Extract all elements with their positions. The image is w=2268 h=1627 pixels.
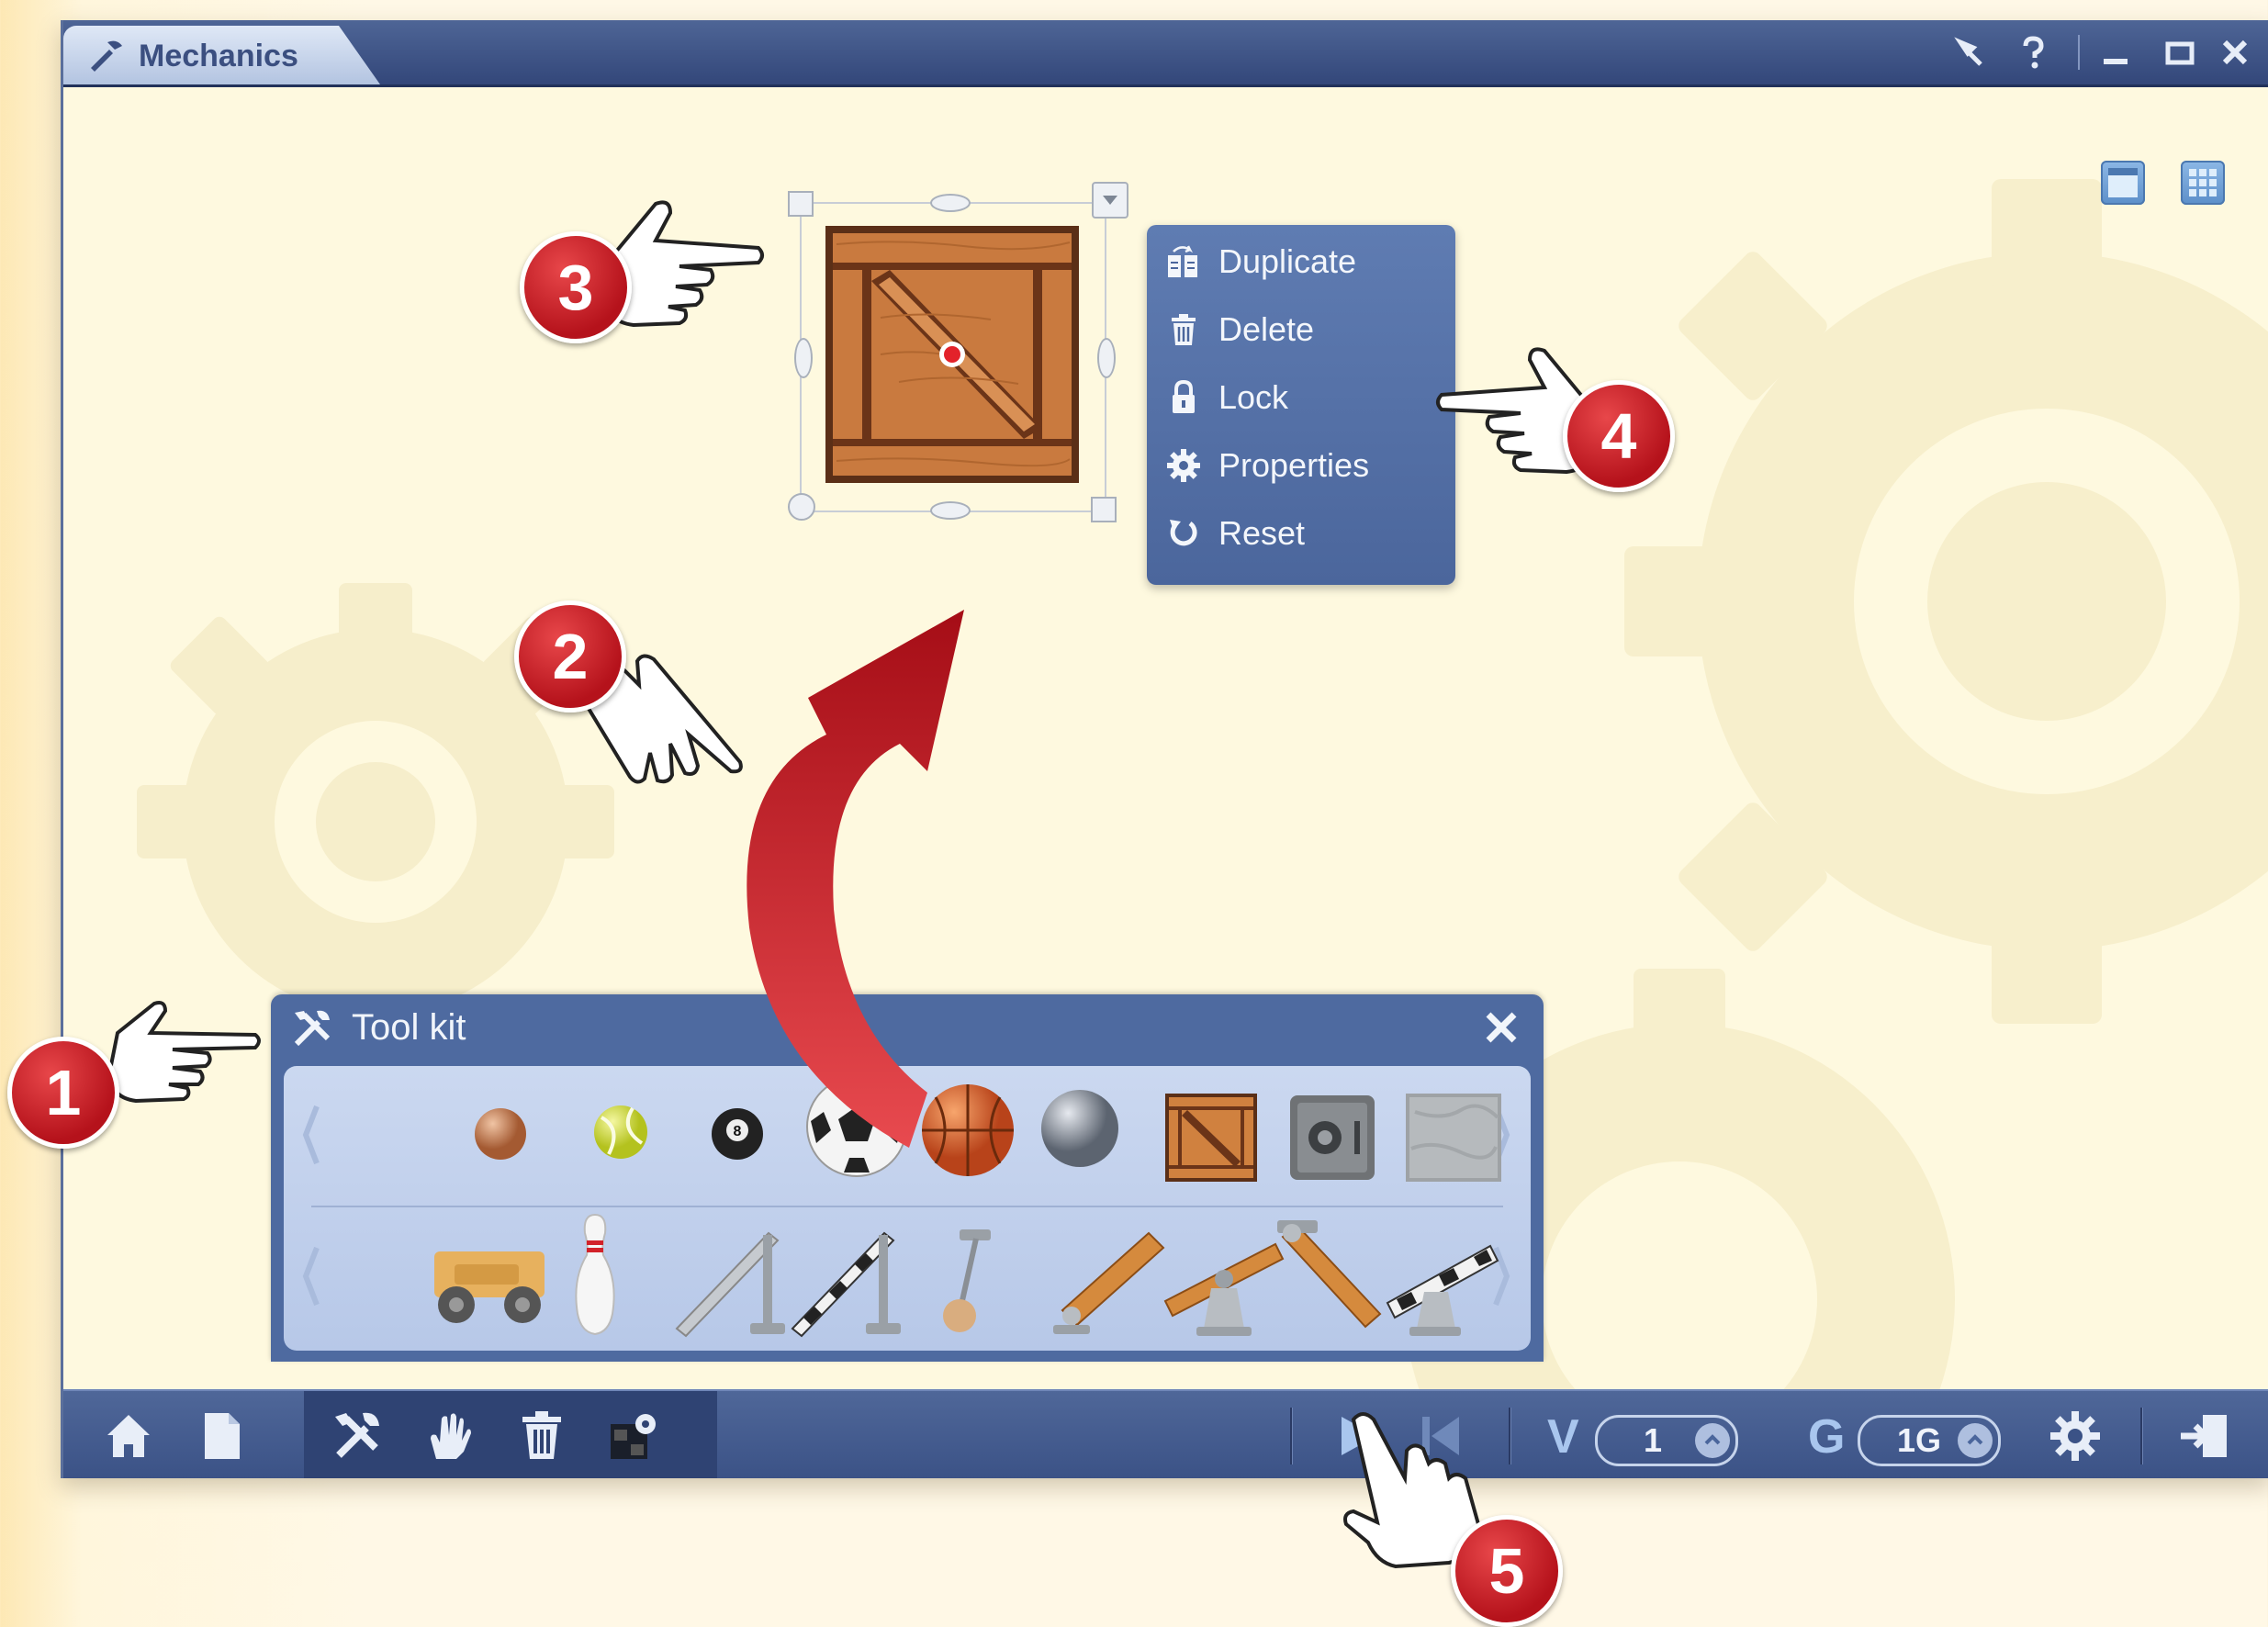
title-bar: Mechanics xyxy=(63,20,2268,87)
corner-handle[interactable] xyxy=(1091,497,1117,522)
object-context-menu: Duplicate Delete Lock Properties Reset xyxy=(1147,225,1455,585)
callout-badge-5: 5 xyxy=(1451,1515,1563,1627)
exit-icon[interactable] xyxy=(2177,1409,2230,1463)
corner-handle[interactable] xyxy=(788,191,814,217)
object-menu-dropdown[interactable] xyxy=(1092,182,1128,219)
velocity-value: 1 xyxy=(1644,1421,1663,1459)
seesaw-icon[interactable] xyxy=(1160,1226,1288,1338)
menu-label-reset: Reset xyxy=(1218,514,1306,552)
trash-icon xyxy=(1165,311,1202,348)
scroll-left-icon[interactable] xyxy=(302,1244,320,1308)
edge-handle[interactable] xyxy=(930,194,971,212)
toolbar-tools-group xyxy=(304,1391,717,1478)
mechanics-window: Mechanics Duplicate Delete Lock Properti… xyxy=(61,20,2268,1478)
callout-badge-2: 2 xyxy=(514,600,626,713)
close-icon[interactable] xyxy=(1481,1007,1521,1048)
rotate-handle[interactable] xyxy=(788,493,815,521)
menu-label-properties: Properties xyxy=(1218,446,1370,484)
controls-divider xyxy=(2078,35,2080,70)
tools-icon xyxy=(294,1010,331,1047)
window-title: Mechanics xyxy=(139,39,298,73)
gravity-label: G xyxy=(1808,1410,1846,1464)
callout-5: 5 xyxy=(1341,1405,1563,1627)
grid-view-icon[interactable] xyxy=(2181,161,2225,205)
new-file-icon[interactable] xyxy=(196,1409,249,1463)
tools-icon xyxy=(335,1412,379,1458)
pointing-hand-icon xyxy=(107,1001,261,1104)
wooden-crate[interactable] xyxy=(825,226,1079,483)
lock-icon xyxy=(1165,379,1202,416)
chevron-down-icon xyxy=(1103,196,1117,205)
minimize-icon[interactable] xyxy=(2093,29,2139,75)
maximize-icon[interactable] xyxy=(2157,29,2203,75)
scene-settings-icon[interactable] xyxy=(607,1409,660,1463)
bottom-toolbar: V 1 G 1G xyxy=(63,1389,2268,1478)
duplicate-icon xyxy=(1165,243,1202,280)
callout-3: 3 xyxy=(520,193,768,343)
settings-gear-icon[interactable] xyxy=(2049,1409,2102,1463)
callout-1: 1 xyxy=(7,996,264,1149)
wrench-icon xyxy=(91,40,122,72)
hinged-plank-icon[interactable] xyxy=(1274,1218,1384,1340)
toolkit-row-divider xyxy=(311,1206,1503,1207)
plank-icon[interactable] xyxy=(1050,1226,1169,1338)
gravity-value: 1G xyxy=(1897,1421,1942,1459)
bowling-pin-icon[interactable] xyxy=(570,1213,620,1336)
home-icon[interactable] xyxy=(102,1409,155,1463)
menu-label-duplicate: Duplicate xyxy=(1218,242,1357,280)
edge-handle[interactable] xyxy=(794,338,813,378)
scroll-left-icon[interactable] xyxy=(302,1103,320,1167)
striped-seesaw-icon[interactable] xyxy=(1384,1228,1503,1340)
gravity-stepper[interactable]: 1G xyxy=(1858,1415,2001,1466)
wooden-ball-icon[interactable] xyxy=(471,1103,530,1161)
velocity-stepper[interactable]: 1 xyxy=(1595,1415,1738,1466)
menu-item-properties[interactable]: Properties xyxy=(1165,438,1441,493)
close-icon[interactable] xyxy=(2212,29,2258,75)
chevron-up-icon[interactable] xyxy=(1958,1423,1993,1458)
callout-4: 4 xyxy=(1429,340,1675,492)
menu-label-delete: Delete xyxy=(1218,310,1315,348)
app-tab[interactable]: Mechanics xyxy=(63,26,380,84)
gear-icon xyxy=(1165,447,1202,484)
steel-ball-icon[interactable] xyxy=(1039,1086,1121,1169)
menu-item-reset[interactable]: Reset xyxy=(1165,506,1441,561)
edge-handle[interactable] xyxy=(1097,338,1116,378)
chevron-up-icon[interactable] xyxy=(1695,1423,1730,1458)
menu-label-lock: Lock xyxy=(1218,378,1289,416)
reset-icon xyxy=(1165,515,1202,552)
toolkit-title: Tool kit xyxy=(352,1007,466,1048)
help-icon[interactable] xyxy=(2010,29,2056,75)
tennis-ball-icon[interactable] xyxy=(590,1101,651,1161)
pendulum-icon[interactable] xyxy=(941,1228,996,1336)
callout-badge-4: 4 xyxy=(1563,380,1675,492)
menu-item-duplicate[interactable]: Duplicate xyxy=(1165,234,1441,289)
striped-ramp-icon[interactable] xyxy=(785,1222,904,1338)
ramp-icon[interactable] xyxy=(669,1222,789,1338)
edge-handle[interactable] xyxy=(930,501,971,520)
safe-icon[interactable] xyxy=(1288,1094,1376,1182)
callout-badge-1: 1 xyxy=(7,1037,119,1149)
drag-arrow xyxy=(747,610,964,1148)
menu-item-delete[interactable]: Delete xyxy=(1165,302,1441,357)
toolkit-button[interactable] xyxy=(331,1409,385,1463)
hand-icon[interactable] xyxy=(423,1409,477,1463)
pin-icon[interactable] xyxy=(1948,29,1993,75)
toolbar-separator xyxy=(2140,1408,2143,1464)
callout-2: 2 xyxy=(514,600,744,793)
wooden-cart-icon[interactable] xyxy=(432,1246,546,1329)
callout-badge-3: 3 xyxy=(520,231,632,343)
single-view-icon[interactable] xyxy=(2101,161,2145,205)
trash-icon[interactable] xyxy=(515,1409,568,1463)
wooden-crate-icon[interactable] xyxy=(1165,1094,1257,1182)
toolbar-separator xyxy=(1290,1408,1293,1464)
menu-item-lock[interactable]: Lock xyxy=(1165,370,1441,425)
stone-block-icon[interactable] xyxy=(1406,1094,1501,1182)
